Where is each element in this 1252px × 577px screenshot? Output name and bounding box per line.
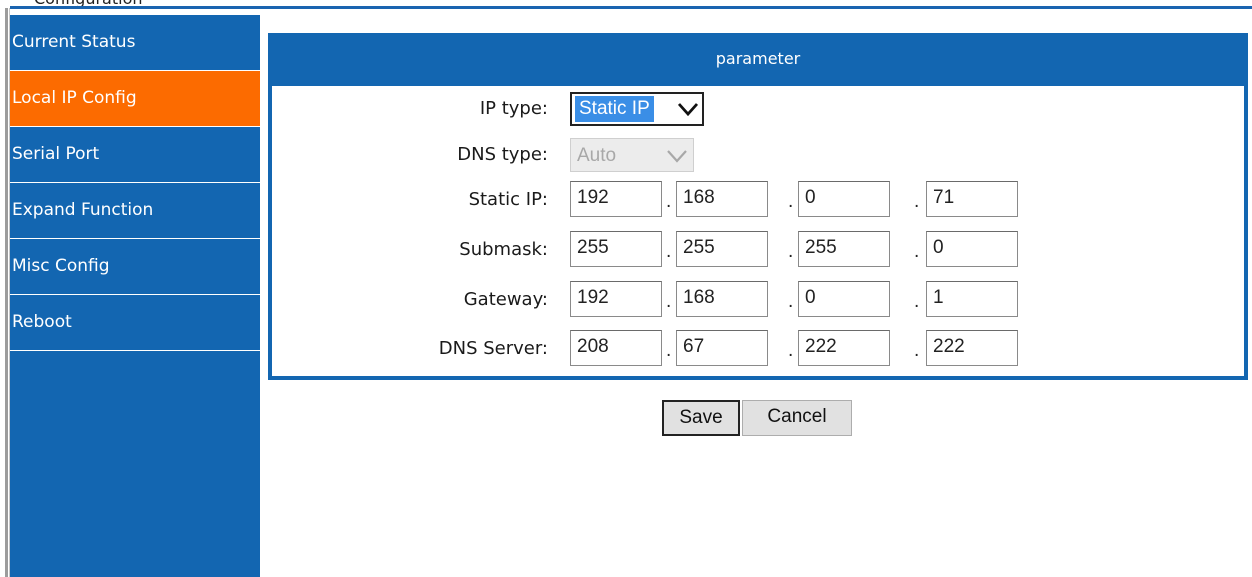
chevron-down-icon	[667, 150, 687, 163]
config-page: Configuration Current Status Local IP Co…	[0, 0, 1252, 577]
octet-separator: .	[788, 340, 794, 361]
panel-title: parameter	[715, 49, 801, 68]
dns-type-control: Auto	[570, 138, 694, 176]
sidebar-nav: Current Status Local IP Config Serial Po…	[10, 15, 260, 577]
sidebar-item-label: Local IP Config	[12, 88, 137, 108]
octet-separator: .	[914, 191, 920, 212]
sidebar-item-local-ip-config[interactable]: Local IP Config	[10, 71, 260, 127]
gateway-row: Gateway: 192 . 168 . 0 . 1	[272, 281, 1244, 321]
submask-fields: 255 . 255 . 255 . 0	[570, 231, 1030, 271]
gateway-fields: 192 . 168 . 0 . 1	[570, 281, 1030, 321]
chevron-down-icon	[677, 103, 699, 117]
dns-type-selected-value: Auto	[577, 145, 617, 166]
sidebar-item-label: Expand Function	[12, 200, 154, 220]
dns-type-row: DNS type: Auto	[272, 136, 1244, 176]
cancel-button[interactable]: Cancel	[742, 400, 852, 436]
octet-separator: .	[914, 291, 920, 312]
sidebar-item-expand-function[interactable]: Expand Function	[10, 183, 260, 239]
dns-server-octet-2[interactable]: 67	[676, 330, 768, 366]
static-ip-octet-1[interactable]: 192	[570, 181, 662, 217]
static-ip-octet-2[interactable]: 168	[676, 181, 768, 217]
dns-server-fields: 208 . 67 . 222 . 222	[570, 330, 1030, 370]
submask-octet-1[interactable]: 255	[570, 231, 662, 267]
submask-label: Submask:	[459, 239, 548, 260]
ip-type-row: IP type: Static IP	[272, 90, 1244, 130]
static-ip-octet-4[interactable]: 71	[926, 181, 1018, 217]
sidebar-item-label: Reboot	[12, 312, 72, 332]
octet-separator: .	[914, 241, 920, 262]
dns-server-octet-1[interactable]: 208	[570, 330, 662, 366]
ip-type-select[interactable]: Static IP	[570, 92, 704, 126]
panel-body: IP type: Static IP DNS type: Auto Static…	[272, 86, 1244, 376]
submask-octet-4[interactable]: 0	[926, 231, 1018, 267]
sidebar-item-serial-port[interactable]: Serial Port	[10, 127, 260, 183]
dns-type-label: DNS type:	[457, 144, 548, 165]
ip-type-label: IP type:	[479, 98, 548, 119]
submask-octet-2[interactable]: 255	[676, 231, 768, 267]
sidebar-item-label: Current Status	[12, 32, 136, 52]
static-ip-fields: 192 . 168 . 0 . 71	[570, 181, 1030, 221]
top-divider	[10, 6, 1252, 9]
sidebar-item-misc-config[interactable]: Misc Config	[10, 239, 260, 295]
gateway-label: Gateway:	[463, 289, 548, 310]
octet-separator: .	[666, 340, 672, 361]
sidebar-item-reboot[interactable]: Reboot	[10, 295, 260, 351]
sidebar-item-current-status[interactable]: Current Status	[10, 15, 260, 71]
octet-separator: .	[666, 291, 672, 312]
octet-separator: .	[788, 241, 794, 262]
gateway-octet-4[interactable]: 1	[926, 281, 1018, 317]
gateway-octet-2[interactable]: 168	[676, 281, 768, 317]
static-ip-row: Static IP: 192 . 168 . 0 . 71	[272, 181, 1244, 221]
top-strip: Configuration	[0, 0, 1252, 10]
static-ip-octet-3[interactable]: 0	[798, 181, 890, 217]
octet-separator: .	[666, 191, 672, 212]
frame-left-border	[5, 8, 8, 577]
octet-separator: .	[666, 241, 672, 262]
static-ip-label: Static IP:	[468, 189, 548, 210]
sidebar-item-label: Serial Port	[12, 144, 100, 164]
gateway-octet-1[interactable]: 192	[570, 281, 662, 317]
gateway-octet-3[interactable]: 0	[798, 281, 890, 317]
dns-server-row: DNS Server: 208 . 67 . 222 . 222	[272, 330, 1244, 370]
save-button[interactable]: Save	[662, 400, 740, 436]
parameter-panel: parameter IP type: Static IP DNS type: A…	[268, 33, 1248, 380]
submask-octet-3[interactable]: 255	[798, 231, 890, 267]
dns-server-octet-3[interactable]: 222	[798, 330, 890, 366]
ip-type-selected-value: Static IP	[575, 96, 654, 122]
submask-row: Submask: 255 . 255 . 255 . 0	[272, 231, 1244, 271]
dns-type-select[interactable]: Auto	[570, 138, 694, 172]
octet-separator: .	[788, 291, 794, 312]
sidebar-item-label: Misc Config	[12, 256, 110, 276]
dns-server-octet-4[interactable]: 222	[926, 330, 1018, 366]
octet-separator: .	[788, 191, 794, 212]
octet-separator: .	[914, 340, 920, 361]
ip-type-control: Static IP	[570, 92, 704, 130]
dns-server-label: DNS Server:	[438, 338, 548, 359]
